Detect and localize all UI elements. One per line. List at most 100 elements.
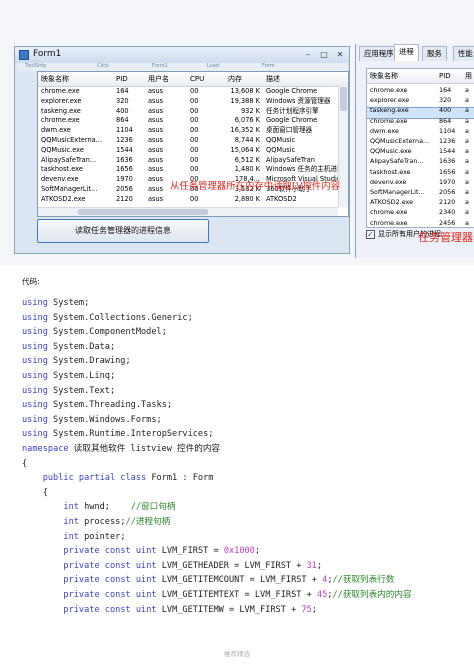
table-row[interactable]: AlipaySafeTran... 1636 asus 00 6,512 K Alipay…	[38, 156, 338, 166]
tab-applications[interactable]: 应用程序	[359, 46, 399, 61]
code-token: private const uint	[63, 575, 157, 586]
table-cell: 2456	[439, 218, 456, 227]
listview-header: 映象名称 PID 用	[367, 69, 474, 84]
code-token: pointer;	[78, 531, 126, 542]
table-row[interactable]: chrome.exe 2340 a	[367, 207, 474, 217]
table-cell: a	[465, 106, 469, 115]
read-process-button[interactable]: 读取任务管理器的进程信息	[37, 219, 209, 243]
table-row[interactable]: taskeng.exe 400 a	[367, 105, 474, 115]
table-cell: chrome.exe	[41, 116, 80, 125]
table-row[interactable]: taskhost.exe 1656 asus 00 1,480 K Windows 任务的…	[38, 165, 344, 175]
table-row[interactable]: ATKOSD2.exe 2120 asus 00 2,880 K ATKOSD2	[38, 195, 338, 205]
table-row[interactable]: chrome.exe 164 asus 00 13,608 K Google Chrome	[38, 87, 338, 97]
table-cell: 1544	[116, 145, 133, 154]
code-line: private const uint LVM_GETITEMW = LVM_FI…	[22, 603, 317, 617]
table-cell: 13,608 K	[230, 87, 261, 95]
code-token: ;	[316, 560, 323, 571]
show-all-checkbox[interactable]: ✓	[366, 230, 375, 239]
table-cell: 桌面窗口管理器	[266, 126, 313, 135]
table-row[interactable]: chrome.exe 864 a	[367, 116, 474, 126]
table-cell: devenv.exe	[41, 175, 79, 184]
table-cell: ATKOSD2	[266, 194, 297, 203]
table-cell: asus	[148, 106, 164, 115]
table-row[interactable]: AlipaySafeTran... 1636 a	[367, 156, 474, 166]
table-row[interactable]: SoftManagerLit... 2056 a	[367, 187, 474, 197]
tab-processes[interactable]: 进程	[394, 44, 419, 61]
table-row[interactable]: explorer.exe 320 asus 00 19,388 K Windows 资源管…	[38, 97, 338, 107]
table-row[interactable]: taskeng.exe 400 asus 00 932 K 任务计划程序引擎	[38, 107, 338, 117]
toolbar-text: Form	[262, 63, 275, 69]
table-cell: Google Chrome	[266, 116, 318, 125]
table-row[interactable]: dwm.exe 1104 a	[367, 126, 474, 136]
minimize-icon[interactable]: –	[301, 49, 315, 60]
code-token: System.Linq;	[47, 371, 116, 381]
task-manager-process-list[interactable]: 映象名称 PID 用 chrome.exe 164 a explorer.exe 320 a t…	[366, 68, 474, 228]
form1-titlebar[interactable]: Form1 – □ ✕	[15, 47, 349, 63]
table-cell: a	[465, 188, 469, 196]
table-row[interactable]: QQMusic.exe 1544 a	[367, 146, 474, 156]
code-token: System;	[47, 298, 90, 308]
code-token: LVM_GETHEADER = LVM_FIRST +	[156, 560, 307, 571]
table-cell: devenv.exe	[370, 177, 407, 186]
maximize-icon[interactable]: □	[317, 49, 331, 60]
table-row[interactable]: QQMusicExterna... 1236 asus 00 8,744 K QQMusi…	[38, 136, 338, 146]
table-cell: 400	[439, 106, 452, 115]
table-row[interactable]: dwm.exe 1104 asus 00 16,352 K 桌面窗口管理器	[38, 126, 338, 136]
table-cell: 1970	[116, 175, 133, 184]
table-cell: QQMusicExterna...	[370, 137, 430, 145]
table-cell: asus	[148, 185, 164, 193]
code-line: using System;	[22, 296, 89, 310]
table-cell: SoftManagerLit...	[370, 188, 425, 196]
code-token: System.Windows.Forms;	[47, 414, 162, 425]
code-line: using System.Runtime.InteropServices;	[22, 427, 213, 441]
code-token: int	[63, 531, 79, 542]
code-token: {	[22, 487, 48, 498]
task-manager-window: 应用程序 进程 服务 性能 映象名称 PID 用 chrome.exe 164 a exp…	[355, 44, 474, 258]
table-row[interactable]: devenv.exe 1970 a	[367, 177, 474, 187]
table-row[interactable]: explorer.exe 320 a	[367, 95, 474, 105]
horizontal-scrollbar[interactable]	[38, 207, 338, 216]
table-cell: 00	[190, 116, 199, 125]
scroll-thumb[interactable]	[78, 209, 208, 215]
table-cell: chrome.exe	[370, 218, 408, 227]
table-cell: 932 K	[240, 106, 260, 115]
tab-performance[interactable]: 性能	[453, 46, 474, 61]
code-line: using System.Text;	[22, 384, 115, 398]
table-row[interactable]: QQMusicExterna... 1236 a	[367, 136, 474, 146]
table-row[interactable]: chrome.exe 164 a	[367, 85, 474, 95]
column-header: 映象名称	[370, 72, 398, 80]
code-token: //获取列表行数	[332, 575, 395, 586]
code-line: public partial class Form1 : Form	[22, 471, 214, 485]
code-line: using System.Data;	[22, 340, 115, 354]
column-header: 用户名	[148, 75, 169, 83]
tab-services[interactable]: 服务	[422, 46, 447, 61]
code-token: 0x1000	[223, 546, 255, 557]
code-line: using System.Collections.Generic;	[22, 311, 193, 325]
table-cell: 00	[190, 155, 199, 164]
table-cell: 00	[190, 96, 199, 105]
table-cell: Windows 资源管理器	[266, 96, 331, 105]
table-cell: taskhost.exe	[41, 165, 83, 174]
table-row[interactable]: chrome.exe 2456 a	[367, 218, 474, 227]
table-cell: 400	[116, 106, 129, 115]
table-cell: 1104	[439, 126, 456, 135]
table-cell: SoftManagerLit...	[41, 185, 98, 193]
table-row[interactable]: ATKOSD2.exe 2120 a	[367, 197, 474, 207]
code-token: System.Collections.Generic;	[47, 312, 193, 323]
table-cell: asus	[148, 175, 164, 184]
table-row[interactable]: chrome.exe 864 asus 00 6,076 K Google Chrome	[38, 116, 338, 126]
table-cell: 00	[190, 165, 199, 174]
process-listview[interactable]: 映象名称 PID 用户名 CPU 内存 描述 chrome.exe 164 asus 00 13,…	[37, 71, 349, 217]
close-icon[interactable]: ✕	[333, 49, 347, 60]
table-row[interactable]: taskhost.exe 1656 a	[367, 167, 474, 177]
column-header: 映象名称	[41, 75, 69, 83]
table-cell: QQMusic.exe	[41, 145, 84, 154]
table-row[interactable]: QQMusic.exe 1544 asus 00 15,064 K QQMusic	[38, 146, 338, 156]
scroll-thumb[interactable]	[340, 87, 347, 111]
table-cell: 1636	[439, 157, 456, 166]
table-cell: explorer.exe	[41, 96, 82, 105]
